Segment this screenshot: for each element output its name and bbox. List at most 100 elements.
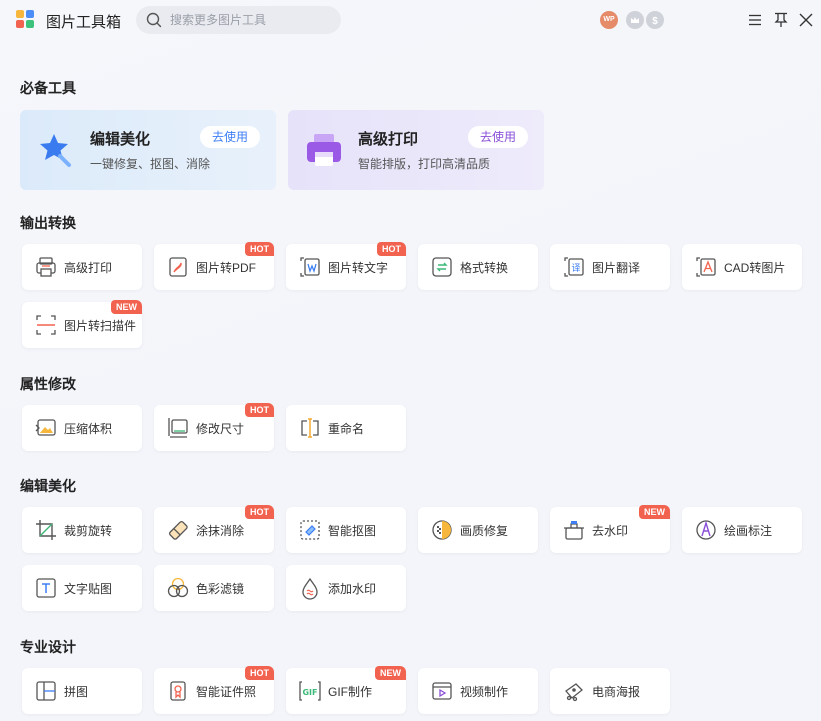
tool-tile-cad[interactable]: CAD转图片 [682,244,802,290]
poster-icon [565,683,583,702]
tool-label: 图片翻译 [592,261,641,275]
svg-text:译: 译 [571,263,580,274]
format-convert-icon [432,257,452,277]
tool-tile-cutout[interactable]: 智能抠图 [286,507,406,553]
tool-tile-remove-watermark[interactable]: 去水印 NEW [550,505,670,553]
tool-tile-eraser[interactable]: 涂抹消除 HOT [154,505,274,553]
tool-label: 画质修复 [460,524,509,538]
feature-card-edit[interactable]: 编辑美化 一键修复、抠图、消除 去使用 [20,110,276,190]
text-extract-icon [300,257,320,277]
tool-label: 重命名 [328,422,365,436]
scan-icon [36,315,56,335]
tool-label: 电商海报 [592,685,641,699]
pin-icon[interactable] [771,10,791,30]
printer-icon [36,257,56,277]
section-title-output: 输出转换 [20,215,76,231]
section-title-properties: 属性修改 [20,376,76,392]
magic-wand-icon [40,134,71,167]
tool-tile-print[interactable]: 高级打印 [22,244,142,290]
tool-tile-id-photo[interactable]: 智能证件照 HOT [154,666,274,714]
cutout-icon [300,520,320,540]
card-title: 编辑美化 [90,131,151,148]
tool-label: 视频制作 [460,685,509,699]
hot-badge: HOT [245,666,274,680]
tool-tile-add-watermark[interactable]: 添加水印 [286,565,406,611]
tool-tile-resize[interactable]: 修改尺寸 HOT [154,403,274,451]
rename-icon [301,418,319,438]
tool-label: 格式转换 [460,261,509,275]
tool-tile-rename[interactable]: 重命名 [286,405,406,451]
svg-text:GIF: GIF [302,688,317,697]
tool-tile-quality[interactable]: 画质修复 [418,507,538,553]
hot-badge: HOT [245,505,274,519]
use-button[interactable]: 去使用 [200,126,260,148]
filter-icon [167,577,189,598]
new-badge: NEW [111,300,142,314]
section-title-edit: 编辑美化 [20,478,76,494]
tool-tile-crop[interactable]: 裁剪旋转 [22,507,142,553]
tool-tile-draw[interactable]: 绘画标注 [682,507,802,553]
new-badge: NEW [375,666,406,680]
printer-icon [307,134,341,166]
text-icon [36,578,56,598]
card-description: 一键修复、抠图、消除 [90,157,211,171]
tool-tile-compress[interactable]: 压缩体积 [22,405,142,451]
tool-tile-pdf[interactable]: 图片转PDF HOT [154,242,274,290]
tool-tile-gif[interactable]: GIF GIF制作 NEW [286,666,406,714]
use-button[interactable]: 去使用 [468,126,528,148]
add-watermark-icon [302,577,318,600]
feature-card-print[interactable]: 高级打印 智能排版，打印高清品质 去使用 [288,110,544,190]
tool-tile-video[interactable]: 视频制作 [418,668,538,714]
gif-icon: GIF [299,681,321,701]
crown-icon[interactable] [626,11,644,29]
tool-tile-translate[interactable]: 译 图片翻译 [550,244,670,290]
tool-label: 拼图 [64,685,89,699]
tool-tile-ocr[interactable]: 图片转文字 HOT [286,242,406,290]
video-icon [432,682,452,700]
cad-icon [696,257,716,277]
tool-label: 图片转文字 [328,261,389,275]
tool-label: 图片转PDF [196,261,257,275]
draw-icon [696,520,716,540]
app-logo-icon [16,10,36,30]
tool-label: 去水印 [592,524,629,538]
app-title: 图片工具箱 [46,14,122,31]
tool-label: GIF制作 [328,685,372,699]
section-title-design: 专业设计 [20,639,76,655]
eraser-icon [168,520,188,540]
search-box[interactable] [136,6,341,34]
menu-icon[interactable] [745,10,765,30]
tool-label: 涂抹消除 [196,524,245,538]
section-title-essentials: 必备工具 [20,80,76,96]
tool-label: 高级打印 [64,261,113,275]
tool-tile-filter[interactable]: 色彩滤镜 [154,565,274,611]
tool-tile-text[interactable]: 文字贴图 [22,565,142,611]
tool-tile-format[interactable]: 格式转换 [418,244,538,290]
collage-icon [36,681,56,701]
tool-label: 图片转扫描件 [64,319,137,333]
card-description: 智能排版，打印高清品质 [358,157,491,171]
coin-icon[interactable]: $ [646,11,664,29]
tool-label: 智能证件照 [196,685,257,699]
remove-watermark-icon [564,521,584,540]
pdf-icon [169,257,187,277]
close-icon[interactable] [796,10,816,30]
tool-label: CAD转图片 [724,261,786,275]
compress-icon [35,419,56,436]
translate-icon: 译 [564,257,584,277]
tool-tile-collage[interactable]: 拼图 [22,668,142,714]
tool-label: 文字贴图 [64,582,113,596]
tool-tile-scan[interactable]: 图片转扫描件 NEW [22,300,142,348]
tool-label: 智能抠图 [328,524,377,538]
id-photo-icon [170,681,186,701]
hot-badge: HOT [245,403,274,417]
search-input[interactable] [170,10,330,30]
tool-label: 色彩滤镜 [196,582,245,596]
tool-label: 裁剪旋转 [64,524,113,538]
svg-text:$: $ [652,16,658,27]
card-title: 高级打印 [358,131,419,148]
search-icon [146,12,162,28]
crop-icon [36,520,56,540]
tool-tile-poster[interactable]: 电商海报 [550,668,670,714]
wps-avatar[interactable]: WP [600,11,618,29]
